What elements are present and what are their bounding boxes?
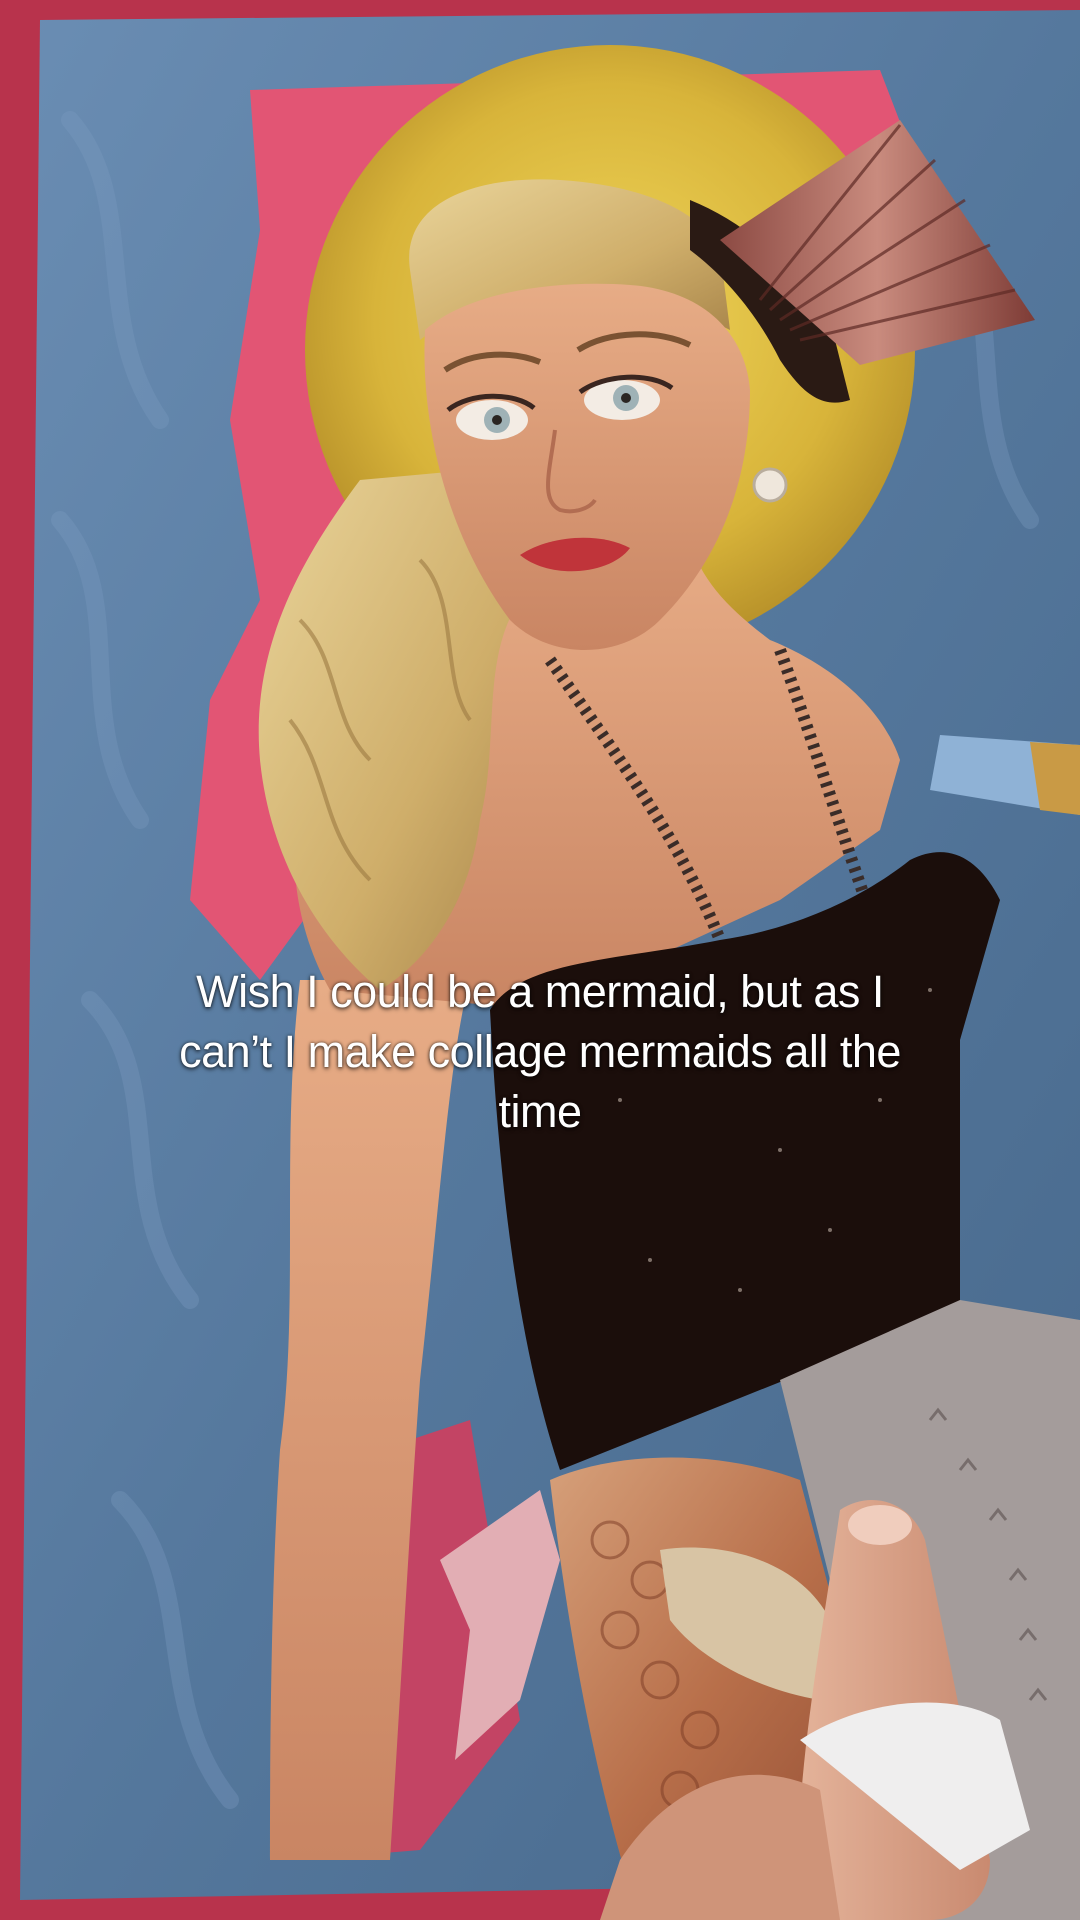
video-caption: Wish I could be a mermaid, but as I can’…	[60, 962, 1020, 1142]
caption-line-1: Wish I could be a mermaid, but as I	[196, 966, 884, 1017]
collage-photo	[0, 0, 1080, 1920]
pearl-earring	[752, 467, 788, 503]
caption-line-3: time	[498, 1086, 582, 1137]
caption-line-2: can’t I make collage mermaids all the	[179, 1026, 901, 1077]
fingernail	[848, 1505, 912, 1545]
